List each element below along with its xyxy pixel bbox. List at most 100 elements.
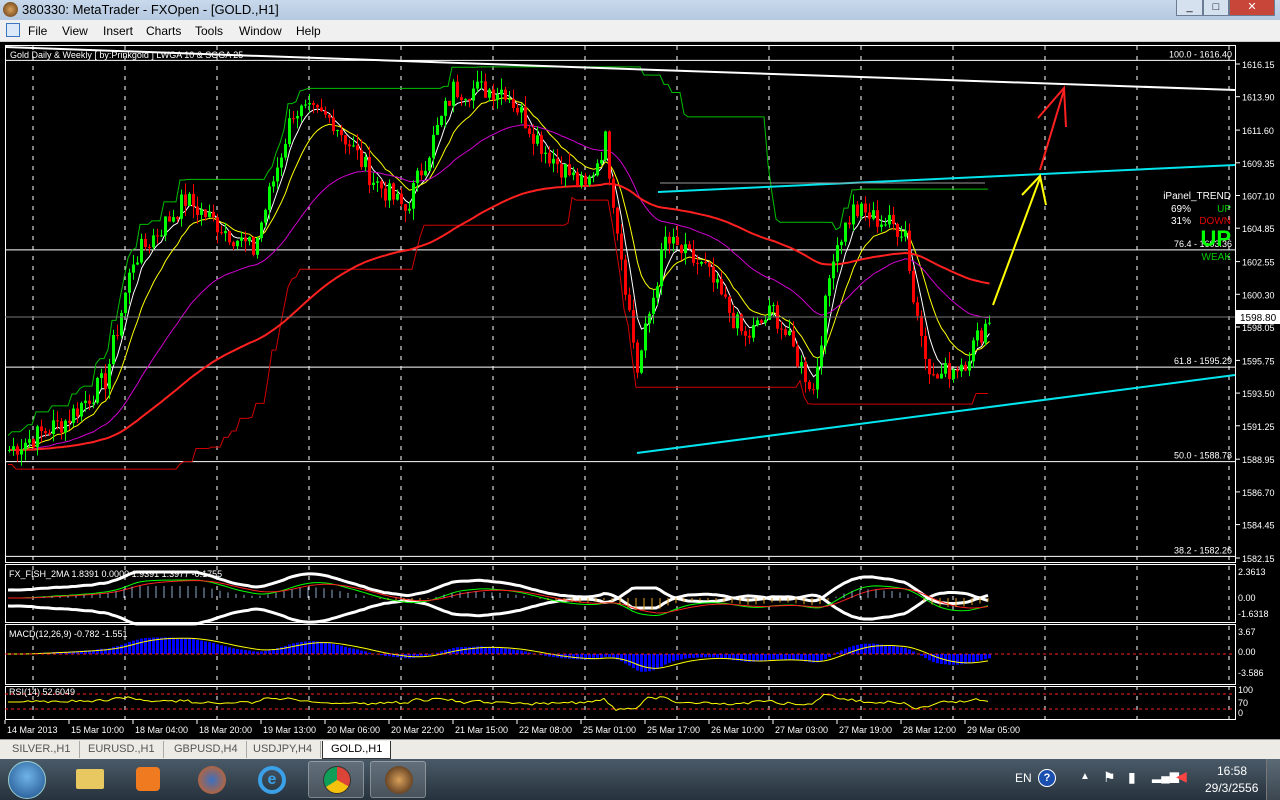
start-button[interactable]	[8, 761, 46, 799]
candle	[176, 217, 179, 219]
macd-histogram-bar	[224, 646, 227, 654]
menu-tools[interactable]: Tools	[195, 24, 223, 38]
price-tick-label: 1588.95	[1242, 455, 1275, 465]
language-indicator[interactable]: EN	[1015, 771, 1032, 785]
candle	[732, 312, 735, 329]
menu-insert[interactable]: Insert	[103, 24, 133, 38]
tab-eurusd[interactable]: EURUSD.,H1	[80, 741, 164, 758]
candle	[564, 164, 567, 178]
candle	[228, 230, 231, 243]
clock-time[interactable]: 16:58	[1217, 764, 1247, 778]
menu-file[interactable]: File	[28, 24, 47, 38]
power-icon[interactable]: ▮	[1128, 769, 1136, 786]
macd-histogram-bar	[124, 643, 127, 654]
candle	[900, 236, 903, 238]
help-icon[interactable]: ?	[1038, 769, 1056, 787]
candle	[344, 135, 347, 145]
candle	[920, 315, 923, 337]
taskbar-metatrader[interactable]	[370, 761, 426, 798]
tab-usdjpy[interactable]: USDJPY,H4	[245, 741, 322, 758]
chart-window[interactable]: 100.0 - 1616.40 76.4 - 1603.36 61.8 - 1595…	[0, 42, 1280, 739]
macd-histogram-bar	[500, 647, 503, 654]
fisher-tick: 2.3613	[1238, 567, 1266, 577]
candle	[452, 81, 455, 106]
show-hidden-icons[interactable]: ▲	[1080, 771, 1090, 782]
macd-histogram-bar	[672, 654, 675, 662]
tab-gold[interactable]: GOLD.,H1	[322, 741, 392, 759]
macd-histogram-bar	[344, 646, 347, 654]
minimize-button[interactable]: _	[1176, 0, 1203, 16]
candle	[76, 408, 79, 417]
taskbar-media-player[interactable]	[120, 761, 176, 798]
price-tick-label: 1611.60	[1242, 126, 1274, 136]
candle	[612, 178, 615, 208]
candle	[932, 374, 935, 376]
rsi-label: RSI(14) 52.6049	[9, 687, 75, 697]
taskbar-chrome[interactable]	[308, 761, 364, 798]
macd-histogram-bar	[864, 643, 867, 654]
candle	[868, 212, 871, 219]
close-button[interactable]: ✕	[1229, 0, 1275, 16]
macd-histogram-bar	[628, 654, 631, 666]
macd-histogram-bar	[496, 647, 499, 654]
macd-histogram-bar	[492, 647, 495, 654]
macd-histogram-bar	[168, 637, 171, 654]
candle	[20, 449, 23, 455]
menu-view[interactable]: View	[62, 24, 88, 38]
macd-histogram-bar	[936, 654, 939, 664]
candle	[820, 345, 823, 367]
candle	[540, 135, 543, 154]
macd-histogram-bar	[660, 654, 663, 667]
candle	[32, 439, 35, 448]
metatrader-icon	[385, 766, 413, 794]
candle	[888, 214, 891, 225]
maximize-button[interactable]: □	[1203, 0, 1229, 16]
candle	[608, 131, 611, 179]
tab-gbpusd[interactable]: GBPUSD,H4	[166, 741, 247, 758]
clock-date[interactable]: 29/3/2556	[1205, 781, 1258, 795]
candle	[844, 222, 847, 242]
macd-histogram-bar	[192, 638, 195, 654]
time-tick-label: 26 Mar 10:00	[711, 725, 764, 735]
time-tick-label: 20 Mar 22:00	[391, 725, 444, 735]
chart-window-icon[interactable]	[6, 23, 20, 37]
projection-arrow-yellow	[992, 177, 1041, 306]
menu-help[interactable]: Help	[296, 24, 321, 38]
taskbar-explorer[interactable]	[62, 761, 118, 798]
macd-histogram-bar	[796, 654, 799, 661]
taskbar-internet-explorer[interactable]: e	[244, 761, 300, 798]
moving-average-line	[9, 124, 990, 451]
volume-muted-icon[interactable]: ◀	[1176, 768, 1187, 785]
time-tick-label: 15 Mar 10:00	[71, 725, 124, 735]
candle	[492, 89, 495, 100]
taskbar-firefox[interactable]	[184, 761, 240, 798]
candle	[428, 157, 431, 171]
candle	[884, 224, 887, 226]
network-signal-icon[interactable]: ▂▄▆	[1152, 769, 1179, 783]
candle	[216, 217, 219, 233]
candle	[456, 81, 459, 98]
macd-histogram-bar	[868, 643, 871, 654]
show-desktop-button[interactable]	[1266, 759, 1280, 800]
lower-support-trendline[interactable]	[636, 374, 1236, 454]
candle	[604, 131, 607, 160]
macd-histogram-bar	[776, 654, 779, 660]
macd-histogram-bar	[696, 654, 699, 658]
ie-icon: e	[258, 766, 286, 794]
macd-histogram-bar	[980, 654, 983, 661]
macd-histogram-bar	[136, 639, 139, 654]
price-tick-label: 1582.15	[1242, 554, 1275, 564]
candle	[68, 420, 71, 423]
candle	[124, 292, 127, 313]
menu-window[interactable]: Window	[239, 24, 282, 38]
candle	[880, 224, 883, 227]
upper-channel-trendline[interactable]	[657, 164, 1236, 193]
action-center-flag-icon[interactable]: ⚑	[1103, 769, 1116, 786]
candle	[160, 235, 163, 237]
candle	[320, 107, 323, 112]
candle	[460, 97, 463, 101]
candle	[388, 183, 391, 201]
ipanel-trend: iPanel_TREND 69% UP 31% DOWN UP WEAK	[1163, 191, 1231, 263]
tab-silver[interactable]: SILVER.,H1	[4, 741, 80, 758]
menu-charts[interactable]: Charts	[146, 24, 181, 38]
